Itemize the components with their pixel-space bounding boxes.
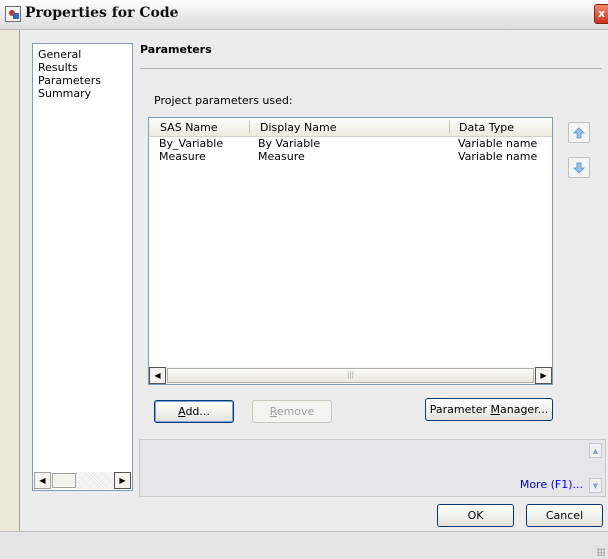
parameters-table[interactable]: SAS Name Display Name Data Type By_Varia…: [148, 117, 553, 385]
cancel-button[interactable]: Cancel: [526, 504, 603, 527]
ok-button[interactable]: OK: [437, 504, 514, 527]
window-title: Properties for Code: [25, 5, 179, 21]
scroll-right-icon[interactable]: ▶: [114, 472, 131, 489]
arrow-down-icon: [573, 162, 585, 174]
add-label-post: dd...: [185, 405, 210, 418]
remove-label-post: emove: [276, 405, 315, 418]
table-scroll-thumb[interactable]: |||: [167, 368, 534, 383]
move-down-button[interactable]: [568, 157, 590, 178]
description-panel: More (F1)... ▲ ▼: [139, 439, 606, 497]
section-title: Parameters: [140, 43, 212, 56]
table-header: SAS Name Display Name Data Type: [149, 118, 552, 137]
more-help-link[interactable]: More (F1)...: [520, 478, 583, 491]
scroll-down-icon[interactable]: ▼: [589, 478, 602, 493]
nav-item-results[interactable]: Results: [38, 61, 78, 74]
nav-item-parameters[interactable]: Parameters: [38, 74, 101, 87]
manager-label-key: M: [490, 403, 501, 416]
table-horizontal-scrollbar[interactable]: ◀ ||| ▶: [149, 367, 552, 384]
cell-display-name: Measure: [258, 150, 305, 163]
move-up-button[interactable]: [568, 122, 590, 143]
parameter-manager-button[interactable]: Parameter Manager...: [425, 398, 553, 421]
cell-sas-name: By_Variable: [159, 137, 224, 150]
cell-sas-name: Measure: [159, 150, 206, 163]
app-icon: [5, 6, 21, 22]
scroll-left-icon[interactable]: ◀: [149, 367, 166, 384]
scroll-left-icon[interactable]: ◀: [34, 472, 51, 489]
scroll-right-icon[interactable]: ▶: [535, 367, 552, 384]
params-caption: Project parameters used:: [154, 94, 293, 107]
remove-label-key: R: [269, 405, 277, 418]
cell-data-type: Variable name: [458, 137, 538, 150]
column-separator[interactable]: [249, 121, 250, 133]
column-header-data-type[interactable]: Data Type: [459, 121, 514, 134]
status-bar: [0, 531, 608, 559]
manager-label-pre: Parameter: [429, 403, 491, 416]
column-separator[interactable]: [449, 121, 450, 133]
arrow-up-icon: [573, 126, 585, 138]
scroll-up-icon[interactable]: ▲: [589, 443, 602, 458]
nav-scroll-thumb[interactable]: [52, 473, 76, 488]
table-row[interactable]: Measure Measure Variable name: [149, 150, 552, 163]
nav-list: General Results Parameters Summary ◀ ▶: [32, 43, 133, 491]
column-header-sas-name[interactable]: SAS Name: [160, 121, 218, 134]
cell-display-name: By Variable: [258, 137, 321, 150]
table-row[interactable]: By_Variable By Variable Variable name: [149, 137, 552, 150]
resize-grip-icon[interactable]: [597, 548, 605, 556]
add-button[interactable]: Add...: [154, 400, 234, 423]
section-divider: [140, 68, 602, 69]
manager-label-post: anager...: [500, 403, 549, 416]
nav-item-general[interactable]: General: [38, 48, 81, 61]
dialog-body: General Results Parameters Summary ◀ ▶ P…: [19, 30, 608, 531]
cell-data-type: Variable name: [458, 150, 538, 163]
title-bar: Properties for Code x: [0, 0, 608, 30]
remove-button[interactable]: Remove: [252, 400, 332, 423]
close-button[interactable]: x: [594, 4, 608, 24]
column-header-display-name[interactable]: Display Name: [260, 121, 337, 134]
nav-item-summary[interactable]: Summary: [38, 87, 91, 100]
nav-horizontal-scrollbar[interactable]: ◀ ▶: [34, 472, 131, 489]
nav-scroll-track[interactable]: [76, 472, 114, 489]
